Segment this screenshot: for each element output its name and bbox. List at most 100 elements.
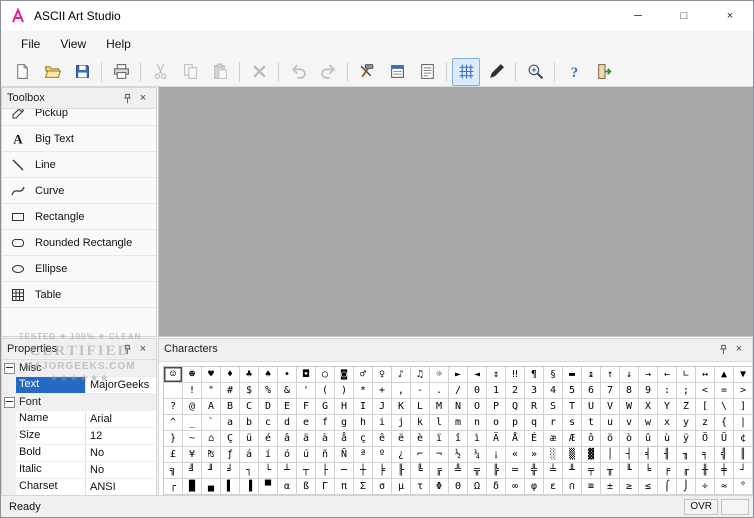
minimize-button[interactable]: ─ (615, 1, 661, 31)
char-cell[interactable]: ║ (734, 447, 752, 463)
char-cell[interactable]: µ (392, 479, 411, 495)
char-cell[interactable]: ╓ (677, 463, 696, 479)
char-cell[interactable]: U (582, 399, 601, 415)
char-cell[interactable]: £ (164, 447, 183, 463)
char-cell[interactable]: Ç (221, 431, 240, 447)
char-cell[interactable]: Θ (449, 479, 468, 495)
char-cell[interactable]: w (639, 415, 658, 431)
char-cell[interactable]: Γ (316, 479, 335, 495)
char-cell[interactable]: ⌠ (658, 479, 677, 495)
char-cell[interactable]: d (278, 415, 297, 431)
property-value[interactable]: MajorGeeks (86, 378, 156, 393)
property-name[interactable]: Size (16, 428, 86, 444)
char-cell[interactable]: ► (449, 367, 468, 383)
char-cell[interactable]: ₧ (202, 447, 221, 463)
drawing-canvas[interactable] (158, 87, 753, 337)
close-button[interactable]: × (707, 1, 753, 31)
char-cell[interactable]: ô (582, 431, 601, 447)
toolbar-properties-button[interactable] (383, 58, 411, 86)
char-cell[interactable]: ¬ (430, 447, 449, 463)
char-cell[interactable]: 9 (639, 383, 658, 399)
char-cell[interactable]: ╨ (563, 463, 582, 479)
char-cell[interactable]: ♫ (411, 367, 430, 383)
char-cell[interactable]: 2 (506, 383, 525, 399)
toolbar-open-button[interactable] (38, 58, 66, 86)
char-cell[interactable]: • (278, 367, 297, 383)
char-cell[interactable]: P (487, 399, 506, 415)
char-cell[interactable]: ¶ (525, 367, 544, 383)
char-cell[interactable]: ¥ (183, 447, 202, 463)
char-cell[interactable]: - (411, 383, 430, 399)
char-cell[interactable]: τ (411, 479, 430, 495)
char-cell[interactable]: ` (202, 415, 221, 431)
toolbar-text-document-button[interactable] (413, 58, 441, 86)
toolbox-item-pickup[interactable]: Pickup (2, 109, 156, 126)
char-cell[interactable]: Y (658, 399, 677, 415)
char-cell[interactable]: x (658, 415, 677, 431)
toolbar-new-button[interactable] (8, 58, 36, 86)
toolbar-tools-button[interactable] (353, 58, 381, 86)
char-cell[interactable]: ░ (544, 447, 563, 463)
char-cell[interactable]: « (506, 447, 525, 463)
char-cell[interactable]: M (430, 399, 449, 415)
char-cell[interactable]: t (582, 415, 601, 431)
property-value[interactable]: No (86, 446, 156, 461)
char-cell[interactable]: ∟ (677, 367, 696, 383)
characters-pin-icon[interactable] (715, 342, 731, 356)
char-cell[interactable]: 7 (601, 383, 620, 399)
toolbox-item-table[interactable]: Table (2, 282, 156, 308)
char-cell[interactable]: ╦ (468, 463, 487, 479)
char-cell[interactable]: N (449, 399, 468, 415)
char-cell[interactable]: : (658, 383, 677, 399)
char-cell[interactable]: δ (487, 479, 506, 495)
char-cell[interactable]: ╣ (715, 447, 734, 463)
char-cell[interactable]: ' (297, 383, 316, 399)
char-cell[interactable]: ╛ (221, 463, 240, 479)
char-cell[interactable]: ‼ (506, 367, 525, 383)
char-cell[interactable]: ═ (506, 463, 525, 479)
char-cell[interactable]: ╥ (601, 463, 620, 479)
char-cell[interactable]: ▄ (202, 479, 221, 495)
char-cell[interactable]: ↨ (582, 367, 601, 383)
toolbox-item-rounded-rectangle[interactable]: Rounded Rectangle (2, 230, 156, 256)
char-cell[interactable]: ╙ (620, 463, 639, 479)
property-row-text[interactable]: Text MajorGeeks (2, 377, 156, 394)
char-cell[interactable] (164, 383, 183, 399)
char-cell[interactable]: ∩ (563, 479, 582, 495)
property-row-charset[interactable]: Charset ANSI (2, 479, 156, 496)
char-cell[interactable]: ↔ (696, 367, 715, 383)
char-cell[interactable]: Ω (468, 479, 487, 495)
char-cell[interactable]: B (221, 399, 240, 415)
char-cell[interactable]: ⌡ (677, 479, 696, 495)
char-cell[interactable]: q (525, 415, 544, 431)
char-cell[interactable]: ∞ (506, 479, 525, 495)
char-cell[interactable]: ▲ (715, 367, 734, 383)
char-cell[interactable]: â (278, 431, 297, 447)
menu-file[interactable]: File (11, 34, 50, 54)
char-cell[interactable]: D (259, 399, 278, 415)
char-cell[interactable]: û (639, 431, 658, 447)
char-cell[interactable]: h (354, 415, 373, 431)
char-cell[interactable]: ¿ (392, 447, 411, 463)
char-cell[interactable]: > (734, 383, 752, 399)
char-cell[interactable]: ( (316, 383, 335, 399)
characters-close-icon[interactable]: × (731, 342, 747, 356)
char-cell[interactable]: ├ (316, 463, 335, 479)
property-row-bold[interactable]: Bold No (2, 445, 156, 462)
property-row-italic[interactable]: Italic No (2, 462, 156, 479)
char-cell[interactable]: G (316, 399, 335, 415)
char-cell[interactable]: Ä (487, 431, 506, 447)
property-name[interactable]: Italic (16, 462, 86, 478)
char-cell[interactable]: # (221, 383, 240, 399)
char-cell[interactable]: α (278, 479, 297, 495)
char-cell[interactable]: ▌ (221, 479, 240, 495)
char-cell[interactable]: ~ (183, 431, 202, 447)
toolbar-print-button[interactable] (107, 58, 135, 86)
char-cell[interactable]: █ (183, 479, 202, 495)
toolbar-help-button[interactable]: ? (560, 58, 588, 86)
char-cell[interactable]: V (601, 399, 620, 415)
char-cell[interactable]: é (259, 431, 278, 447)
char-cell[interactable]: ª (354, 447, 373, 463)
char-cell[interactable]: 0 (468, 383, 487, 399)
property-name[interactable]: Name (16, 411, 86, 427)
